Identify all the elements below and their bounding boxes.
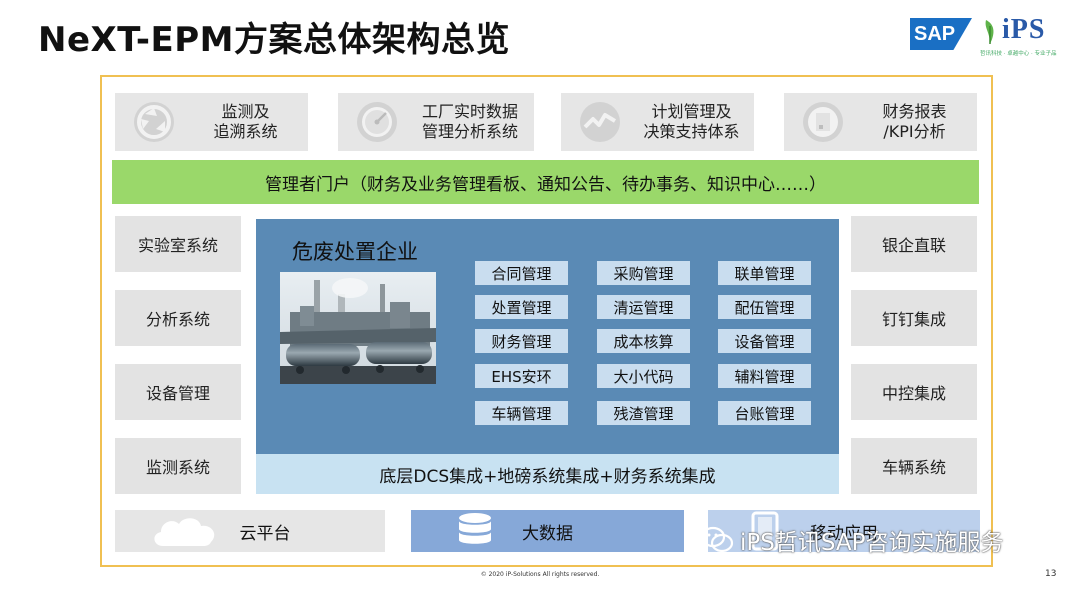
module-residue: 残渣管理 bbox=[597, 401, 690, 425]
module-disposal: 处置管理 bbox=[475, 295, 568, 319]
right-system-dingtalk: 钉钉集成 bbox=[851, 290, 977, 346]
sap-logo: SAP bbox=[910, 18, 972, 50]
module-transport: 清运管理 bbox=[597, 295, 690, 319]
module-ledger: 台账管理 bbox=[718, 401, 811, 425]
cloud-icon bbox=[154, 518, 215, 546]
big-data-label: 大数据 bbox=[522, 523, 573, 544]
plant-photo bbox=[280, 272, 436, 384]
top-system-financial-report: 财务报表 /KPI分析 bbox=[784, 93, 977, 151]
database-icon bbox=[459, 513, 491, 544]
module-ehs: EHS安环 bbox=[475, 364, 568, 388]
cloud-platform-box: 云平台 bbox=[115, 510, 385, 552]
watermark-text: iPS哲讯SAP咨询实施服务 bbox=[740, 530, 1004, 556]
cloud-platform-label: 云平台 bbox=[239, 523, 291, 544]
left-system-equipment: 设备管理 bbox=[115, 364, 241, 420]
module-blending: 配伍管理 bbox=[718, 295, 811, 319]
right-system-central-control: 中控集成 bbox=[851, 364, 977, 420]
wechat-watermark: iPS哲讯SAP咨询实施服务 bbox=[700, 522, 1004, 558]
top-system-monitoring: 监测及 追溯系统 bbox=[115, 93, 308, 151]
top-system-label: 监测及 追溯系统 bbox=[213, 102, 278, 141]
page-title: NeXT-EPM方案总体架构总览 bbox=[38, 20, 511, 60]
top-system-factory-data: 工厂实时数据 管理分析系统 bbox=[338, 93, 534, 151]
module-manifest: 联单管理 bbox=[718, 261, 811, 285]
top-system-label: 工厂实时数据 管理分析系统 bbox=[421, 102, 518, 141]
document-icon bbox=[803, 102, 843, 142]
page-number: 13 bbox=[1045, 569, 1057, 579]
core-area-title: 危废处置企业 bbox=[292, 240, 418, 264]
module-contract: 合同管理 bbox=[475, 261, 568, 285]
module-vehicle: 车辆管理 bbox=[475, 401, 568, 425]
module-costing: 成本核算 bbox=[597, 329, 690, 353]
right-system-vehicle: 车辆系统 bbox=[851, 438, 977, 494]
trend-icon bbox=[580, 102, 620, 142]
copyright-text: © 2020 iP-Solutions All rights reserved. bbox=[480, 571, 600, 578]
wechat-icon bbox=[700, 526, 734, 553]
big-data-box: 大数据 bbox=[411, 510, 684, 552]
integration-bar: 底层DCS集成+地磅系统集成+财务系统集成 bbox=[256, 454, 839, 494]
right-system-bank-direct: 银企直联 bbox=[851, 216, 977, 272]
top-system-planning: 计划管理及 决策支持体系 bbox=[561, 93, 754, 151]
gauge-icon bbox=[357, 102, 397, 142]
left-system-laboratory: 实验室系统 bbox=[115, 216, 241, 272]
manager-portal-bar: 管理者门户（财务及业务管理看板、通知公告、待办事务、知识中心……） bbox=[112, 160, 979, 204]
module-equipment: 设备管理 bbox=[718, 329, 811, 353]
top-system-label: 计划管理及 决策支持体系 bbox=[643, 102, 740, 141]
module-codes: 大小代码 bbox=[597, 364, 690, 388]
module-finance: 财务管理 bbox=[475, 329, 568, 353]
company-logo: SAP iPS 哲讯科技 · 卓越中心 · 专业子品 bbox=[910, 14, 1070, 58]
logo-tagline: 哲讯科技 · 卓越中心 · 专业子品 bbox=[980, 51, 1057, 57]
module-materials: 辅料管理 bbox=[718, 364, 811, 388]
ips-logo-text: iPS bbox=[1002, 14, 1046, 45]
top-system-label: 财务报表 /KPI分析 bbox=[882, 102, 947, 141]
left-system-analysis: 分析系统 bbox=[115, 290, 241, 346]
module-purchase: 采购管理 bbox=[597, 261, 690, 285]
left-system-monitoring: 监测系统 bbox=[115, 438, 241, 494]
recycle-icon bbox=[134, 102, 174, 142]
